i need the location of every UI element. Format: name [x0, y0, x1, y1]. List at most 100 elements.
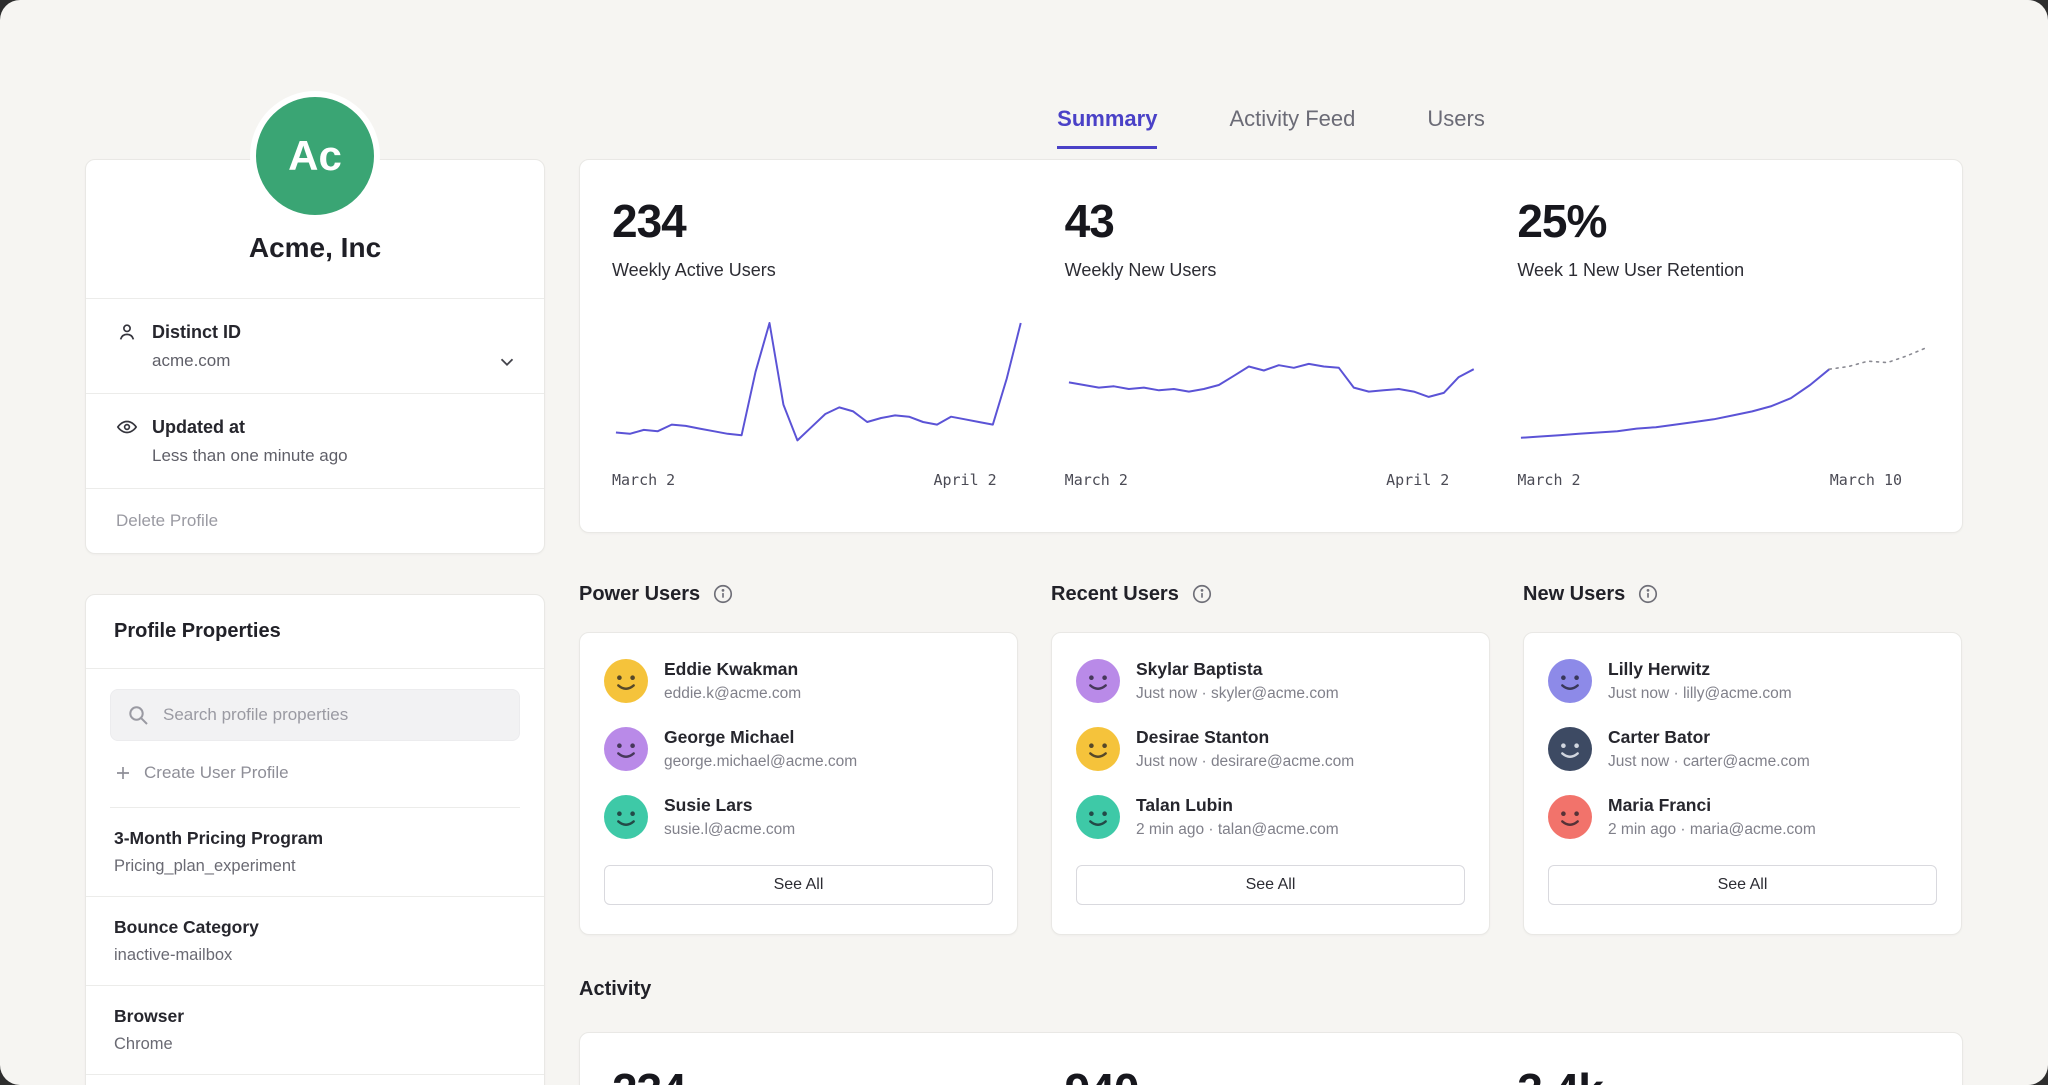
metric-label: Weekly Active Users	[612, 260, 1025, 281]
sparkline-chart	[1517, 315, 1930, 455]
user-avatar	[1076, 659, 1120, 703]
profile-properties-card: Profile Properties Create User Profile 3…	[85, 594, 545, 1085]
user-list-item[interactable]: George Michael george.michael@acme.com	[604, 715, 993, 783]
new-users-section: New Users Lilly Herwitz Just now · lilly…	[1523, 576, 1962, 935]
user-avatar	[1076, 795, 1120, 839]
distinct-id-value: acme.com	[152, 351, 514, 371]
profile-properties-title: Profile Properties	[86, 595, 544, 669]
activity-value: 940	[1065, 1063, 1478, 1085]
plus-icon	[114, 764, 132, 782]
activity-title: Activity	[579, 978, 651, 1001]
sparkline-chart	[612, 315, 1025, 455]
new-users-title: New Users	[1523, 583, 1625, 606]
user-avatar	[1548, 795, 1592, 839]
company-name: Acme, Inc	[106, 232, 524, 264]
create-user-profile-button[interactable]: Create User Profile	[110, 741, 520, 808]
property-row[interactable]: Browser Chrome	[86, 986, 544, 1075]
sparkline-chart	[1065, 315, 1478, 455]
profile-sidebar: Ac Acme, Inc Distinct ID acme.com	[85, 0, 545, 1085]
updated-at-label: Updated at	[152, 417, 245, 438]
summary-metrics-card: 234 Weekly Active Users March 2 April 2 …	[579, 159, 1963, 533]
delete-profile-button[interactable]: Delete Profile	[86, 489, 544, 553]
user-avatar	[1548, 659, 1592, 703]
user-detail: susie.l@acme.com	[664, 821, 795, 839]
x-tick: March 2	[612, 471, 675, 489]
profile-properties-search	[110, 689, 520, 741]
property-name: Bounce Category	[114, 917, 516, 938]
profile-tabs: Summary Activity Feed Users	[579, 106, 1963, 149]
property-value: Pricing_plan_experiment	[114, 857, 516, 876]
metric-weekly-active-users: 234 Weekly Active Users March 2 April 2	[612, 194, 1025, 506]
property-row[interactable]: 3-Month Pricing Program Pricing_plan_exp…	[86, 808, 544, 897]
see-all-button[interactable]: See All	[1548, 865, 1937, 905]
property-row[interactable]: Bounce Category inactive-mailbox	[86, 897, 544, 986]
app-window: Ac Acme, Inc Distinct ID acme.com	[0, 0, 2048, 1085]
user-avatar	[604, 659, 648, 703]
tab-activity-feed[interactable]: Activity Feed	[1229, 106, 1355, 149]
x-tick: April 2	[933, 471, 996, 489]
metric-week1-retention: 25% Week 1 New User Retention March 2 Ma…	[1517, 194, 1930, 506]
chevron-down-icon[interactable]	[496, 351, 518, 373]
eye-icon	[116, 416, 138, 438]
user-detail: 2 min ago · talan@acme.com	[1136, 821, 1339, 839]
x-tick: March 2	[1517, 471, 1580, 489]
new-users-card: Lilly Herwitz Just now · lilly@acme.com …	[1523, 632, 1962, 935]
metric-value: 234	[612, 194, 1025, 248]
activity-value: 3.4k	[1517, 1063, 1930, 1085]
search-icon	[126, 703, 150, 727]
company-avatar-initials: Ac	[288, 132, 342, 180]
user-list-item[interactable]: Lilly Herwitz Just now · lilly@acme.com	[1548, 647, 1937, 715]
person-icon	[116, 321, 138, 343]
user-name: Eddie Kwakman	[664, 659, 801, 680]
property-value: inactive-mailbox	[114, 946, 516, 965]
user-detail: 2 min ago · maria@acme.com	[1608, 821, 1816, 839]
user-list-item[interactable]: Susie Lars susie.l@acme.com	[604, 783, 993, 851]
power-users-title: Power Users	[579, 583, 700, 606]
user-name: Desirae Stanton	[1136, 727, 1354, 748]
metric-label: Week 1 New User Retention	[1517, 260, 1930, 281]
user-name: Talan Lubin	[1136, 795, 1339, 816]
company-avatar: Ac	[250, 91, 380, 221]
tab-users[interactable]: Users	[1427, 106, 1484, 149]
metric-label: Weekly New Users	[1065, 260, 1478, 281]
user-avatar	[1548, 727, 1592, 771]
activity-metric: 940	[1065, 1063, 1478, 1085]
user-list-item[interactable]: Talan Lubin 2 min ago · talan@acme.com	[1076, 783, 1465, 851]
user-list-item[interactable]: Maria Franci 2 min ago · maria@acme.com	[1548, 783, 1937, 851]
info-icon[interactable]	[1191, 583, 1213, 605]
x-tick: April 2	[1386, 471, 1449, 489]
user-detail: Just now · lilly@acme.com	[1608, 685, 1792, 703]
user-list-item[interactable]: Skylar Baptista Just now · skyler@acme.c…	[1076, 647, 1465, 715]
metric-value: 25%	[1517, 194, 1930, 248]
user-name: Maria Franci	[1608, 795, 1816, 816]
activity-card: 234 940 3.4k	[579, 1032, 1963, 1085]
metric-value: 43	[1065, 194, 1478, 248]
see-all-button[interactable]: See All	[604, 865, 993, 905]
user-detail: Just now · carter@acme.com	[1608, 753, 1810, 771]
recent-users-card: Skylar Baptista Just now · skyler@acme.c…	[1051, 632, 1490, 935]
activity-metric: 3.4k	[1517, 1063, 1930, 1085]
profile-properties-search-input[interactable]	[110, 689, 520, 741]
see-all-button[interactable]: See All	[1076, 865, 1465, 905]
tab-summary[interactable]: Summary	[1057, 106, 1157, 149]
user-detail: eddie.k@acme.com	[664, 685, 801, 703]
user-detail: Just now · desirare@acme.com	[1136, 753, 1354, 771]
user-list-item[interactable]: Eddie Kwakman eddie.k@acme.com	[604, 647, 993, 715]
x-tick: March 2	[1065, 471, 1128, 489]
activity-value: 234	[612, 1063, 1025, 1085]
info-icon[interactable]	[712, 583, 734, 605]
activity-metric: 234	[612, 1063, 1025, 1085]
power-users-section: Power Users Eddie Kwakman eddie.k@acme.c…	[579, 576, 1018, 935]
user-detail: Just now · skyler@acme.com	[1136, 685, 1339, 703]
user-avatar	[604, 727, 648, 771]
updated-at-row: Updated at Less than one minute ago	[86, 394, 544, 489]
recent-users-section: Recent Users Skylar Baptista Just now · …	[1051, 576, 1490, 935]
updated-at-value: Less than one minute ago	[152, 446, 514, 466]
user-list-item[interactable]: Desirae Stanton Just now · desirare@acme…	[1076, 715, 1465, 783]
user-lists-row: Power Users Eddie Kwakman eddie.k@acme.c…	[579, 576, 1963, 935]
property-name: Browser	[114, 1006, 516, 1027]
info-icon[interactable]	[1637, 583, 1659, 605]
user-name: Lilly Herwitz	[1608, 659, 1792, 680]
user-list-item[interactable]: Carter Bator Just now · carter@acme.com	[1548, 715, 1937, 783]
property-value: Chrome	[114, 1035, 516, 1054]
